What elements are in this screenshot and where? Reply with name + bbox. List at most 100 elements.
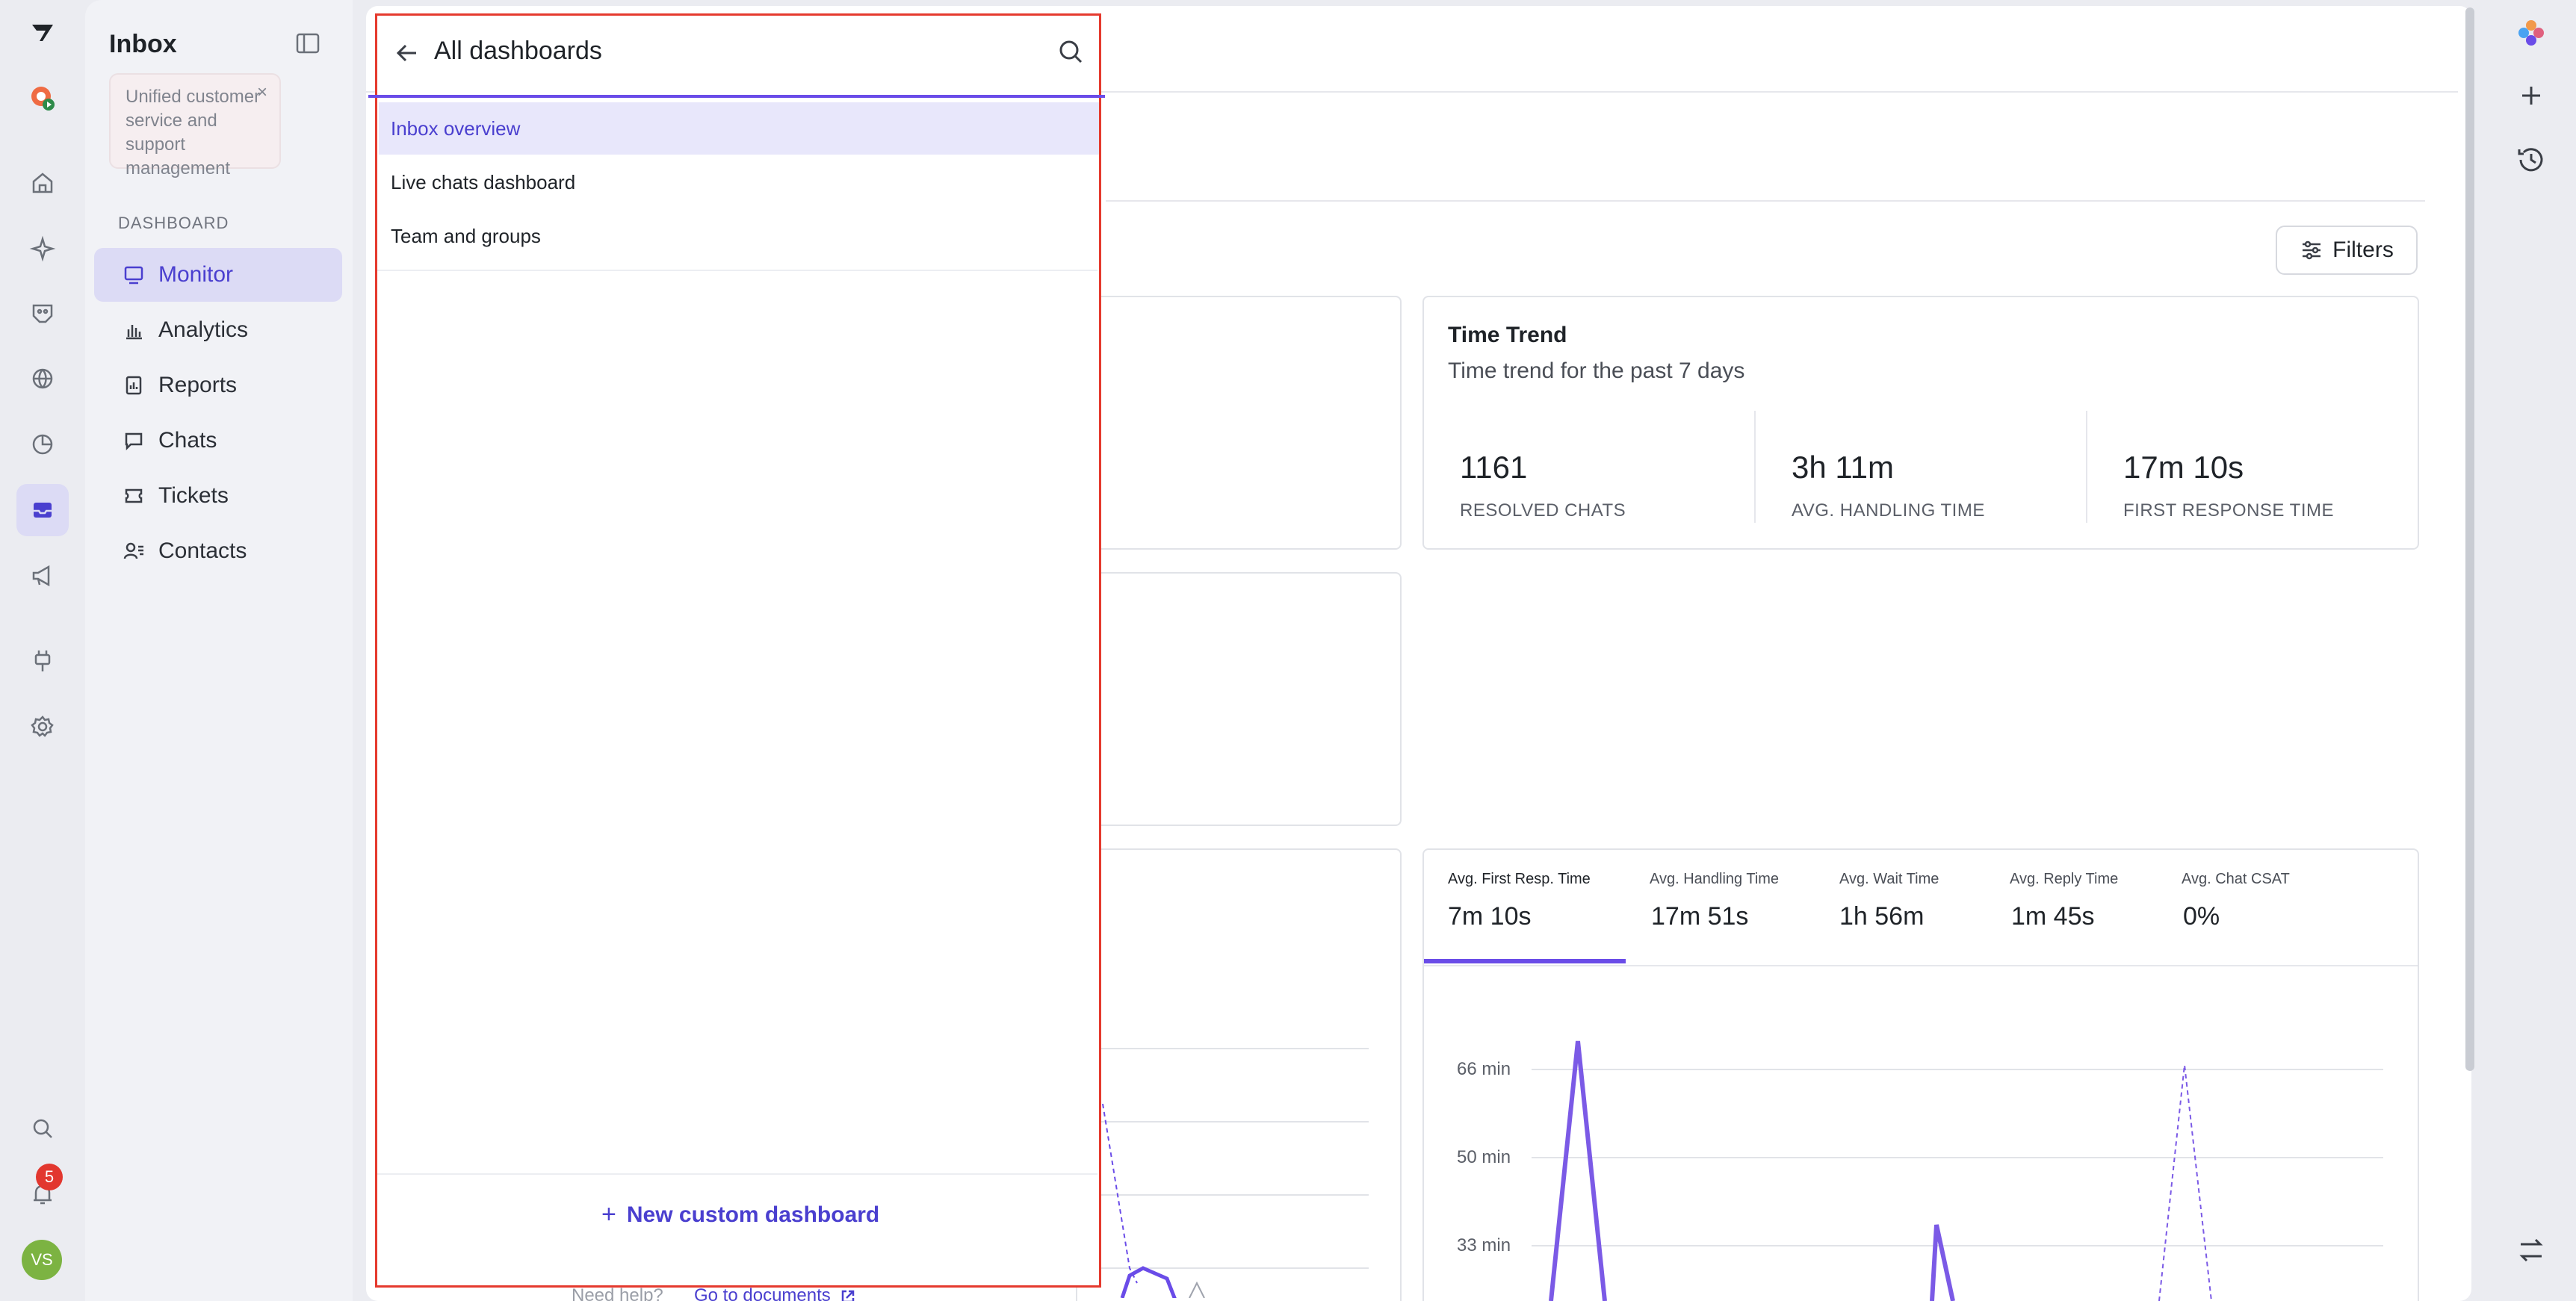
comparison-line <box>2158 1064 2212 1301</box>
sliders-icon <box>2303 240 2321 260</box>
y-tick-label: 33 min <box>1457 1235 1511 1255</box>
tabs-divider <box>1106 200 2425 202</box>
home-icon[interactable] <box>16 157 69 209</box>
pie-chart-icon[interactable] <box>16 418 69 471</box>
sidebar-item-tickets[interactable]: Tickets <box>94 469 342 523</box>
bot-icon[interactable] <box>16 287 69 339</box>
new-custom-dashboard-button[interactable]: + New custom dashboard <box>601 1200 879 1229</box>
bar-chart-icon <box>126 325 142 340</box>
tab-reply-time-value[interactable]: 1m 45s <box>2011 902 2095 931</box>
bell-icon[interactable]: 5 <box>16 1164 69 1220</box>
close-icon[interactable]: × <box>257 81 267 105</box>
metric-divider <box>1754 411 1756 523</box>
metric-label-first-response: FIRST RESPONSE TIME <box>2123 500 2334 521</box>
report-icon <box>126 376 142 395</box>
sidebar-item-contacts[interactable]: Contacts <box>94 524 342 578</box>
tab-first-resp-time-label[interactable]: Avg. First Resp. Time <box>1448 871 1591 888</box>
dashboards-panel: All dashboards Inbox overview Live chats… <box>368 13 1105 1301</box>
promo-text: Unified customer service and support man… <box>126 87 261 178</box>
sidebar-title: Inbox <box>109 30 177 58</box>
tab-handling-time-label[interactable]: Avg. Handling Time <box>1650 871 1779 888</box>
metrics-line-chart <box>1532 1040 2383 1301</box>
ticket-icon <box>125 488 143 503</box>
sidebar-item-label: Tickets <box>158 483 229 508</box>
docs-link[interactable]: Go to documents <box>694 1285 856 1301</box>
dashboard-item-live-chats[interactable]: Live chats dashboard <box>379 156 1099 208</box>
sidebar-item-label: Contacts <box>158 538 247 563</box>
series-line <box>1930 1224 1955 1301</box>
sidebar-item-analytics[interactable]: Analytics <box>94 303 342 357</box>
contacts-icon <box>123 542 143 559</box>
monitor-icon <box>124 266 143 285</box>
filters-label: Filters <box>2332 237 2394 262</box>
tab-chat-csat-value[interactable]: 0% <box>2183 902 2220 931</box>
section-label: DASHBOARD <box>118 214 229 232</box>
external-link-icon <box>842 1290 855 1301</box>
list-divider <box>377 270 1097 271</box>
chat-icon <box>125 432 143 451</box>
metric-divider <box>2086 411 2087 523</box>
plus-icon[interactable] <box>2515 79 2548 112</box>
sidebar-item-chats[interactable]: Chats <box>94 414 342 468</box>
dashboard-item-team-groups[interactable]: Team and groups <box>379 210 1099 262</box>
panel-accent-line <box>368 95 1105 98</box>
sidebar-item-label: Chats <box>158 428 217 453</box>
new-dashboard-label: New custom dashboard <box>626 1202 880 1227</box>
globe-icon[interactable] <box>16 353 69 405</box>
tab-reply-time-label[interactable]: Avg. Reply Time <box>2010 871 2118 888</box>
metric-label-handling-time: AVG. HANDLING TIME <box>1792 500 1985 521</box>
tab-chat-csat-label[interactable]: Avg. Chat CSAT <box>2182 871 2290 888</box>
panel-header: All dashboards <box>377 16 1099 98</box>
series-line <box>1549 1040 1607 1301</box>
sidebar-item-label: Monitor <box>158 262 234 287</box>
app-logo-icon[interactable] <box>2515 16 2548 49</box>
overview-card <box>1076 296 1402 550</box>
panel-title: All dashboards <box>434 37 602 65</box>
filters-button[interactable]: Filters <box>2276 226 2418 275</box>
docs-link-label: Go to documents <box>694 1285 831 1301</box>
chart-card-left <box>1076 848 1402 1301</box>
inbox-icon[interactable] <box>16 484 69 536</box>
plug-icon[interactable] <box>16 635 69 687</box>
search-icon[interactable] <box>16 1102 69 1155</box>
sidebar-item-label: Analytics <box>158 317 249 342</box>
tab-wait-time-value[interactable]: 1h 56m <box>1839 902 1924 931</box>
metric-value-resolved-chats: 1161 <box>1460 450 1528 485</box>
time-trend-title: Time Trend <box>1448 323 1567 347</box>
sidebar-item-label: Reports <box>158 373 238 397</box>
collapse-sidebar-icon[interactable] <box>293 28 323 58</box>
logo-icon[interactable] <box>16 6 69 58</box>
back-arrow-icon[interactable] <box>391 37 424 69</box>
user-avatar[interactable]: VS <box>22 1240 62 1280</box>
active-tab-indicator <box>1424 959 1626 963</box>
app-rail: 5 VS <box>0 0 85 1301</box>
promo-card: Unified customer service and support man… <box>109 73 281 178</box>
tabs-bottom-divider <box>1424 965 2418 966</box>
right-rail <box>2488 0 2576 1301</box>
scrollbar[interactable] <box>2465 7 2474 1071</box>
notification-badge: 5 <box>36 1164 63 1190</box>
settings-icon[interactable] <box>16 701 69 753</box>
inbox-sidebar: Inbox Unified customer service and suppo… <box>85 0 353 1301</box>
search-icon[interactable] <box>1056 37 1086 66</box>
time-trend-subtitle: Time trend for the past 7 days <box>1448 358 1745 383</box>
footer-divider <box>377 1173 1097 1175</box>
y-tick-label: 66 min <box>1457 1059 1511 1079</box>
tab-first-resp-time-value[interactable]: 7m 10s <box>1448 902 1532 931</box>
status-avatar-icon[interactable] <box>16 72 69 124</box>
help-text: Need help? <box>572 1285 663 1301</box>
metric-label-resolved-chats: RESOLVED CHATS <box>1460 500 1626 521</box>
sidebar-item-monitor[interactable]: Monitor <box>94 248 342 302</box>
tab-wait-time-label[interactable]: Avg. Wait Time <box>1839 871 1939 888</box>
history-icon[interactable] <box>2515 143 2548 176</box>
overview-card <box>1076 572 1402 826</box>
sidebar-item-reports[interactable]: Reports <box>94 358 342 412</box>
dashboard-item-inbox-overview[interactable]: Inbox overview <box>379 102 1099 155</box>
swap-icon[interactable] <box>2515 1234 2548 1267</box>
ai-sparkle-icon[interactable] <box>16 223 69 275</box>
tab-handling-time-value[interactable]: 17m 51s <box>1651 902 1748 931</box>
metric-value-handling-time: 3h 11m <box>1792 450 1894 485</box>
y-tick-label: 50 min <box>1457 1147 1511 1167</box>
megaphone-icon[interactable] <box>16 550 69 602</box>
left-chart <box>1077 1048 1369 1298</box>
